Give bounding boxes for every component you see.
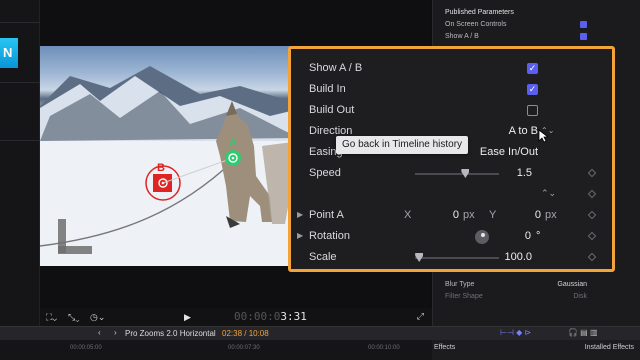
- speed-keyframe-icon[interactable]: [587, 168, 597, 178]
- show-ab-checkbox[interactable]: ✓: [527, 63, 538, 74]
- transform-tool-icon[interactable]: ⤡⌄: [68, 312, 79, 323]
- row-scale: Scale 100.0: [307, 249, 607, 267]
- timeline-tool-icons[interactable]: ⊢⊣ ◆ ⊳: [500, 328, 531, 337]
- effects-browser-header: Effects Installed Effects: [432, 340, 640, 360]
- rotation-value[interactable]: 0: [525, 230, 531, 242]
- speed-slider[interactable]: [415, 173, 499, 175]
- divider: [0, 22, 40, 23]
- disclosure-triangle-icon[interactable]: ▶: [297, 210, 303, 219]
- browser-sidebar: N: [0, 0, 40, 330]
- rotation-dial[interactable]: [475, 230, 489, 244]
- build-out-label: Build Out: [309, 104, 355, 116]
- row-build-out: Build Out: [307, 102, 607, 120]
- filter-shape-value[interactable]: Disk: [573, 293, 587, 300]
- ruler-tick: 00:00:05:00: [70, 345, 102, 351]
- speed-value[interactable]: 1.5: [517, 167, 532, 179]
- keyframe-icon[interactable]: [587, 189, 597, 199]
- crop-tool-icon[interactable]: ⛶⌄: [46, 312, 57, 323]
- inspector-row-label: Filter Shape: [445, 293, 483, 300]
- show-ab-label: Show A / B: [309, 62, 363, 74]
- installed-effects-popup[interactable]: Installed Effects: [585, 344, 634, 351]
- point-a-label: A: [229, 137, 237, 149]
- timecode-bright: 3:31: [280, 310, 307, 323]
- mouse-cursor-icon: [538, 129, 548, 143]
- scale-slider[interactable]: [415, 257, 499, 259]
- inspector-row-label: Blur Type: [445, 281, 475, 288]
- ruler-tick: 00:00:10:00: [368, 345, 400, 351]
- row-speed: Speed 1.5: [307, 165, 607, 183]
- effects-tab[interactable]: Effects: [434, 344, 455, 351]
- ruler-tick: 00:00:07:30: [228, 345, 260, 351]
- timecode: 00:00:03:31: [234, 310, 307, 323]
- playhead-position: 02:38 / 10:08: [222, 329, 269, 338]
- stepper-chevron-icon[interactable]: ⌃⌄: [541, 188, 556, 199]
- blur-type-value[interactable]: Gaussian: [557, 281, 587, 288]
- scale-label: Scale: [309, 251, 337, 263]
- onscreen-controls-checkbox[interactable]: [580, 21, 587, 28]
- project-name[interactable]: Pro Zooms 2.0 Horizontal: [125, 329, 216, 338]
- speed-label: Speed: [309, 167, 341, 179]
- point-a-x-label: X: [404, 209, 412, 221]
- timecode-dim: 00:00:0: [234, 310, 281, 323]
- forward-history-icon[interactable]: ›: [114, 328, 117, 337]
- viewer-toolbar: ⛶⌄ ⤡⌄ ◷⌄ ▶ 00:00:03:31 ⤢: [40, 308, 432, 328]
- show-ab-checkbox[interactable]: [580, 33, 587, 40]
- row-rotation: ▶ Rotation 0 °: [297, 228, 607, 246]
- build-out-checkbox[interactable]: [527, 105, 538, 116]
- scale-value[interactable]: 100.0: [504, 251, 532, 263]
- audio-icons[interactable]: 🎧 ▤ ▥: [568, 328, 598, 337]
- play-icon[interactable]: ▶: [184, 312, 191, 323]
- build-in-label: Build In: [309, 83, 346, 95]
- tooltip: Go back in Timeline history: [336, 136, 469, 154]
- row-stepper: ⌃⌄: [307, 186, 607, 204]
- inspector-row-filter-shape[interactable]: Filter Shape Disk: [445, 293, 635, 300]
- back-history-icon[interactable]: ‹: [98, 328, 101, 337]
- easing-popup[interactable]: Ease In/Out: [480, 146, 538, 158]
- speed-slider-knob[interactable]: [461, 169, 470, 178]
- row-show-ab: Show A / B ✓: [307, 60, 607, 78]
- scale-keyframe-icon[interactable]: [587, 252, 597, 262]
- point-a-x-unit: px: [463, 209, 475, 221]
- inspector-row-onscreen-controls[interactable]: On Screen Controls: [445, 21, 635, 28]
- timeline-header: ‹ › Pro Zooms 2.0 Horizontal 02:38 / 10:…: [0, 326, 640, 340]
- inspector-row-show-ab[interactable]: Show A / B: [445, 33, 635, 40]
- point-a-y-label: Y: [489, 209, 497, 221]
- rotation-keyframe-icon[interactable]: [587, 231, 597, 241]
- point-a-keyframe-icon[interactable]: [587, 210, 597, 220]
- inspector-row-blur-type[interactable]: Blur Type Gaussian: [445, 281, 635, 288]
- point-a-y-value[interactable]: 0: [519, 209, 541, 221]
- row-build-in: Build In ✓: [307, 81, 607, 99]
- row-point-a: ▶ Point A X 0 px Y 0 px: [297, 207, 607, 225]
- build-in-checkbox[interactable]: ✓: [527, 84, 538, 95]
- app-tile-icon[interactable]: N: [0, 38, 18, 68]
- rotation-unit: °: [536, 230, 541, 242]
- inspector-section-title: Published Parameters: [445, 9, 514, 16]
- scale-slider-knob[interactable]: [415, 253, 424, 262]
- inspector-row-label: On Screen Controls: [445, 21, 507, 28]
- direction-popup[interactable]: A to B: [509, 125, 538, 137]
- point-a-x-value[interactable]: 0: [437, 209, 459, 221]
- point-a-label: Point A: [309, 209, 344, 221]
- speed-tool-icon[interactable]: ◷⌄: [90, 312, 105, 323]
- point-a-y-unit: px: [545, 209, 557, 221]
- published-parameters-panel: Show A / B ✓ Build In ✓ Build Out Direct…: [288, 46, 615, 272]
- divider: [0, 82, 40, 83]
- disclosure-triangle-icon[interactable]: ▶: [297, 231, 303, 240]
- rotation-label: Rotation: [309, 230, 350, 242]
- inspector-row-label: Show A / B: [445, 33, 479, 40]
- point-b-label: B: [157, 162, 165, 174]
- divider: [0, 140, 40, 141]
- fullscreen-icon[interactable]: ⤢: [417, 311, 424, 322]
